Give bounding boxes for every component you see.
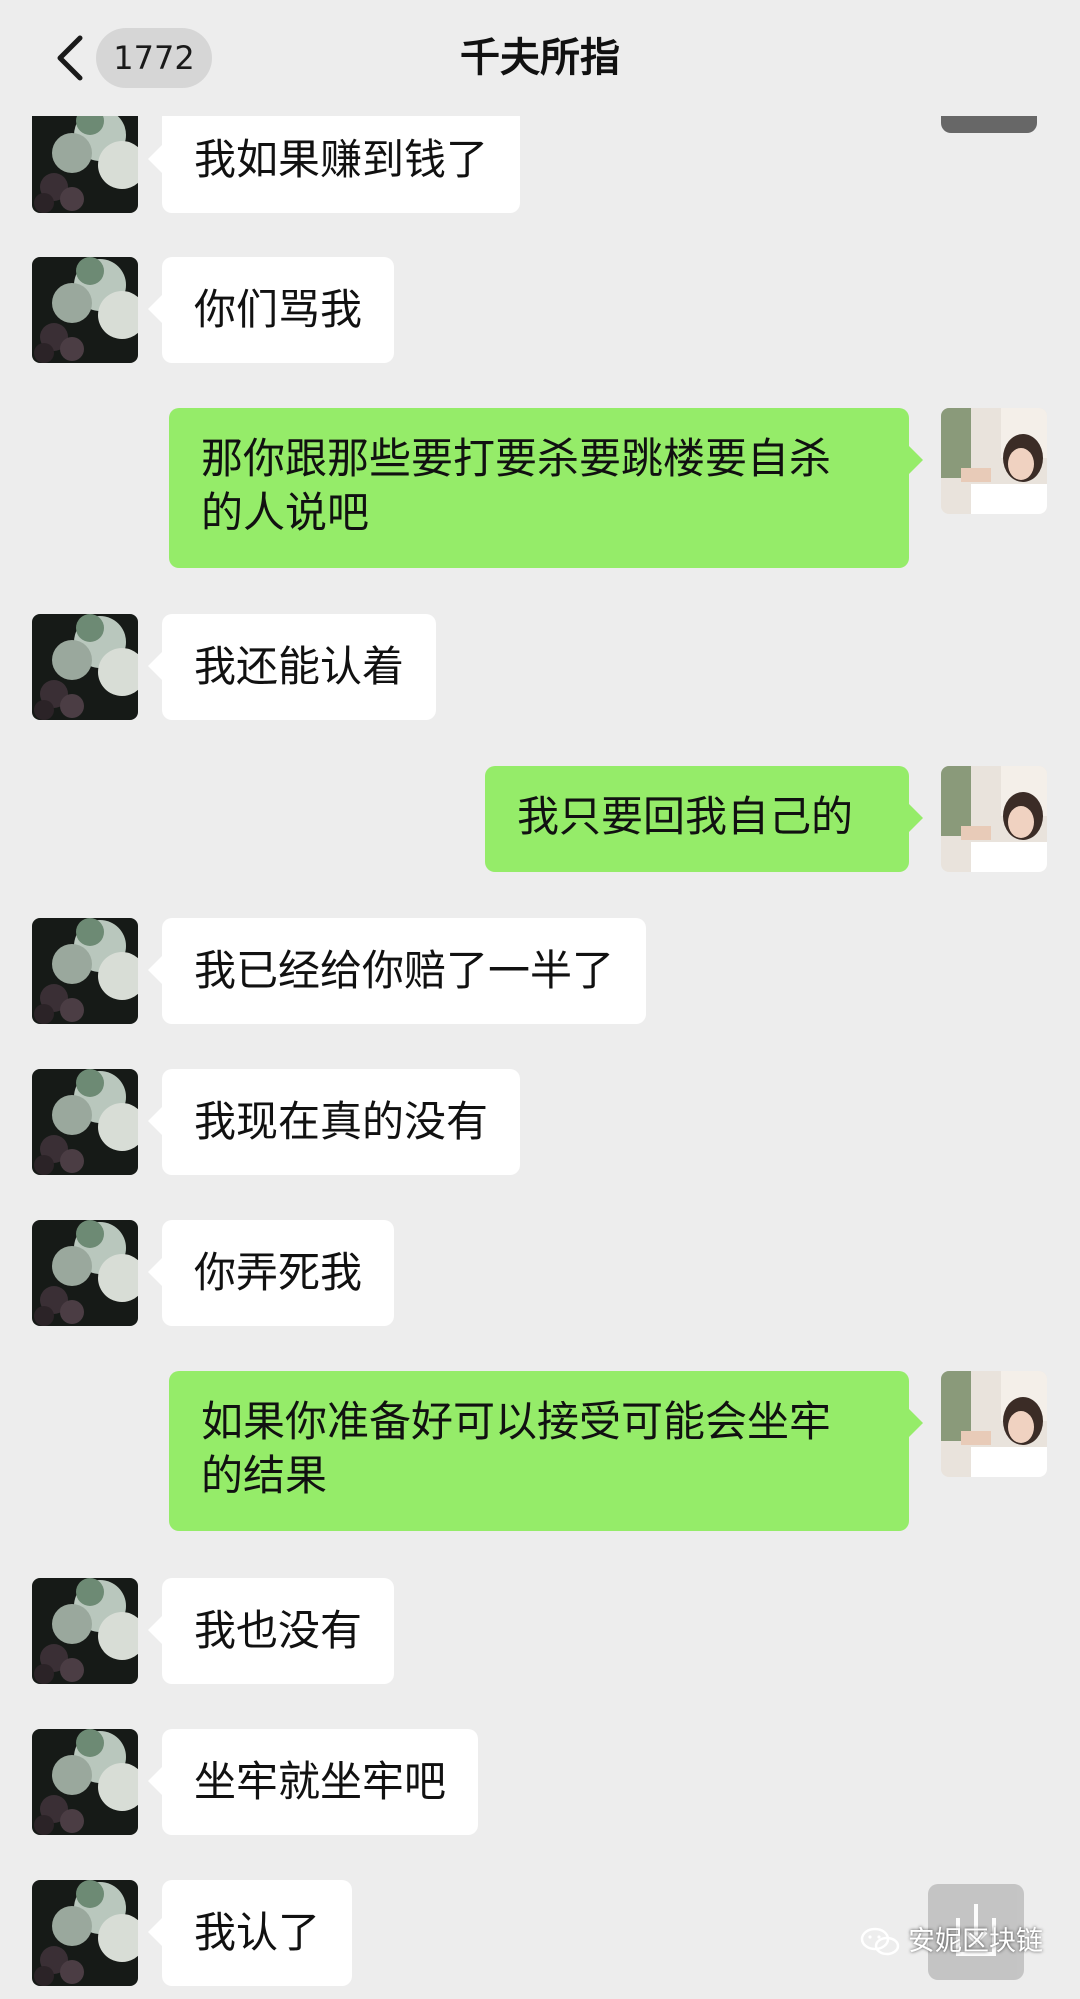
message-bubble[interactable]: 坐牢就坐牢吧 bbox=[147, 1729, 479, 1835]
wechat-icon bbox=[860, 1926, 900, 1958]
chat-title: 千夫所指 bbox=[460, 35, 620, 81]
chevron-left-icon[interactable] bbox=[50, 32, 90, 84]
contact-avatar[interactable] bbox=[32, 614, 138, 720]
contact-avatar[interactable] bbox=[32, 107, 138, 213]
contact-avatar[interactable] bbox=[32, 918, 138, 1024]
message-bubble[interactable]: 你们骂我 bbox=[147, 257, 395, 363]
watermark-text: 安妮区块链 bbox=[908, 1926, 1043, 1957]
message-bubble[interactable]: 那你跟那些要打要杀要跳楼要自杀 的人说吧 bbox=[169, 408, 923, 568]
contact-avatar[interactable] bbox=[32, 1578, 138, 1684]
user-avatar[interactable] bbox=[941, 1371, 1047, 1477]
contact-avatar[interactable] bbox=[32, 257, 138, 363]
message-list[interactable]: 我如果赚到钱了 你们骂我 那你跟那些要打要杀要跳楼要自杀 的人说吧 我还能认着 … bbox=[0, 0, 1080, 1999]
message-bubble[interactable]: 我也没有 bbox=[147, 1578, 395, 1684]
watermark: 安妮区块链 bbox=[860, 1922, 1070, 1962]
message-bubble[interactable]: 我现在真的没有 bbox=[147, 1069, 521, 1175]
contact-avatar[interactable] bbox=[32, 1069, 138, 1175]
message-bubble[interactable]: 我已经给你赔了一半了 bbox=[147, 918, 647, 1024]
message-bubble[interactable]: 我认了 bbox=[147, 1880, 353, 1986]
message-bubble[interactable]: 我还能认着 bbox=[147, 614, 437, 720]
user-avatar[interactable] bbox=[941, 766, 1047, 872]
contact-avatar[interactable] bbox=[32, 1729, 138, 1835]
contact-avatar[interactable] bbox=[32, 1220, 138, 1326]
message-bubble[interactable]: 我如果赚到钱了 bbox=[147, 107, 521, 213]
contact-avatar[interactable] bbox=[32, 1880, 138, 1986]
user-avatar[interactable] bbox=[941, 408, 1047, 514]
unread-count-badge[interactable]: 1772 bbox=[96, 28, 212, 88]
message-bubble[interactable]: 我只要回我自己的 bbox=[485, 766, 923, 872]
message-bubble[interactable]: 如果你准备好可以接受可能会坐牢 的结果 bbox=[169, 1371, 923, 1531]
chat-header: 1772 千夫所指 bbox=[0, 0, 1080, 116]
message-bubble[interactable]: 你弄死我 bbox=[147, 1220, 395, 1326]
